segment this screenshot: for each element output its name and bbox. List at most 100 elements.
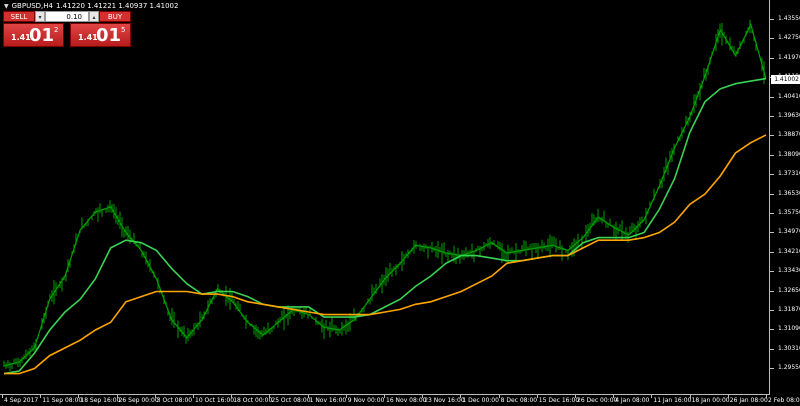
time-tick: [116, 395, 118, 398]
price-label: 1.34970: [778, 228, 800, 236]
price-tick: [770, 19, 774, 20]
price-label: 1.34210: [778, 247, 800, 255]
time-label: 4 Sep 2017: [4, 397, 39, 404]
time-label: 26 Jan 08:00: [729, 397, 768, 404]
time-label: 18 Jan 00:00: [691, 397, 730, 404]
price-tick: [770, 38, 774, 40]
price-tick: [770, 174, 774, 176]
time-tick: [727, 395, 729, 398]
price-label: 1.30310: [778, 344, 800, 352]
time-tick: [269, 395, 271, 398]
sell-button[interactable]: SELL: [3, 11, 35, 22]
lot-decrease-icon[interactable]: ▾: [35, 11, 45, 22]
price-tick: [770, 213, 774, 214]
time-tick: [345, 395, 347, 398]
time-tick: [78, 395, 80, 398]
ohlc-values: 1.41220 1.41221 1.40937 1.41002: [55, 2, 179, 10]
time-label: 3 Oct 08:00: [156, 397, 193, 404]
symbol-title: ▼ GBPUSD,H4 1.41220 1.41221 1.40937 1.41…: [4, 2, 178, 10]
price-tick: [770, 368, 774, 370]
time-tick: [2, 395, 3, 398]
lot-increase-icon[interactable]: ▴: [89, 11, 99, 22]
time-label: 10 Oct 16:00: [195, 397, 235, 404]
price-tick: [770, 271, 774, 273]
buy-price-prefix: 1.41: [78, 33, 98, 42]
time-tick: [536, 395, 538, 398]
time-label: 11 Sep 08:00: [42, 397, 83, 404]
time-label: 26 Sep 00:00: [118, 397, 159, 404]
time-label: 18 Sep 16:00: [80, 397, 121, 404]
price-tick: [770, 135, 774, 137]
sell-price-sup: 2: [54, 26, 59, 34]
time-label: 4 Jan 08:00: [615, 397, 650, 404]
price-tick: [770, 232, 774, 234]
time-axis[interactable]: 4 Sep 2017 11 Sep 08:00 18 Sep 16:00 26 Sep…: [0, 395, 800, 406]
price-tick: [770, 116, 774, 117]
price-tick: [770, 96, 774, 98]
price-label: 1.33430: [778, 267, 800, 275]
time-label: 26 Dec 00:00: [577, 397, 618, 404]
price-label: 1.42750: [778, 34, 800, 42]
dropdown-arrow-icon: ▼: [4, 2, 9, 10]
time-tick: [231, 395, 233, 398]
price-label: 1.37310: [778, 170, 800, 178]
price-tick: [770, 329, 774, 331]
price-tick: [770, 348, 774, 350]
time-tick: [575, 395, 576, 398]
time-label: 1 Nov 16:00: [309, 397, 347, 404]
time-tick: [40, 395, 42, 398]
price-label: 1.41970: [778, 53, 800, 61]
price-label: 1.29550: [778, 364, 800, 372]
buy-price-big: 01: [96, 25, 122, 46]
time-label: 18 Oct 00:00: [233, 397, 273, 404]
price-tick: [770, 251, 774, 253]
time-tick: [689, 395, 691, 398]
fast-ma-line: [3, 77, 767, 375]
price-label: 1.35750: [778, 209, 800, 216]
time-tick: [422, 395, 424, 398]
chart-plot: [3, 19, 767, 375]
current-price-label: 1.41002: [771, 74, 800, 84]
time-label: 8 Dec 08:00: [500, 397, 538, 404]
time-label: 1 Dec 00:00: [462, 397, 499, 404]
one-click-trading-panel: SELL ▾ 0.10 ▴ BUY 1.41 01 2 1.41 01 5: [3, 11, 131, 47]
buy-button[interactable]: BUY: [99, 11, 131, 22]
price-label: 1.39630: [778, 112, 800, 119]
time-label: 15 Dec 16:00: [538, 397, 580, 404]
time-tick: [460, 395, 462, 398]
time-tick: [613, 395, 615, 398]
price-tick: [770, 57, 774, 59]
price-label: 1.31870: [778, 306, 800, 313]
time-label: 11 Jan 16:00: [653, 397, 692, 404]
price-label: 1.31090: [778, 325, 800, 333]
price-axis[interactable]: 1.435501.427501.419701.411901.404101.396…: [770, 0, 800, 395]
chart-area[interactable]: [0, 0, 770, 395]
time-tick: [766, 395, 767, 398]
symbol-name: GBPUSD,H4: [11, 2, 53, 10]
price-label: 1.38870: [778, 131, 800, 139]
sell-price-button[interactable]: 1.41 01 2: [3, 23, 64, 47]
time-label: 2 Feb 08:00: [768, 397, 800, 404]
price-tick: [770, 310, 774, 311]
buy-price-button[interactable]: 1.41 01 5: [70, 23, 131, 47]
price-label: 1.38090: [778, 150, 800, 158]
price-tick: [770, 290, 774, 292]
time-tick: [651, 395, 653, 398]
sell-price-big: 01: [29, 25, 55, 46]
candle-wicks: [3, 19, 765, 371]
slow-ma-line: [4, 134, 767, 375]
lot-size-input[interactable]: 0.10: [45, 11, 89, 22]
price-tick: [770, 193, 774, 195]
time-tick: [384, 395, 385, 398]
time-label: 9 Nov 00:00: [347, 397, 385, 404]
price-label: 1.36530: [778, 189, 800, 197]
price-label: 1.43550: [778, 15, 800, 22]
time-label: 16 Nov 08:00: [386, 397, 427, 404]
sell-price-prefix: 1.41: [11, 33, 31, 42]
time-tick: [193, 395, 194, 398]
price-tick: [770, 154, 774, 156]
time-label: 25 Oct 08:00: [271, 397, 311, 404]
price-series-line: [3, 23, 767, 367]
buy-price-sup: 5: [121, 26, 126, 34]
time-tick: [498, 395, 500, 398]
